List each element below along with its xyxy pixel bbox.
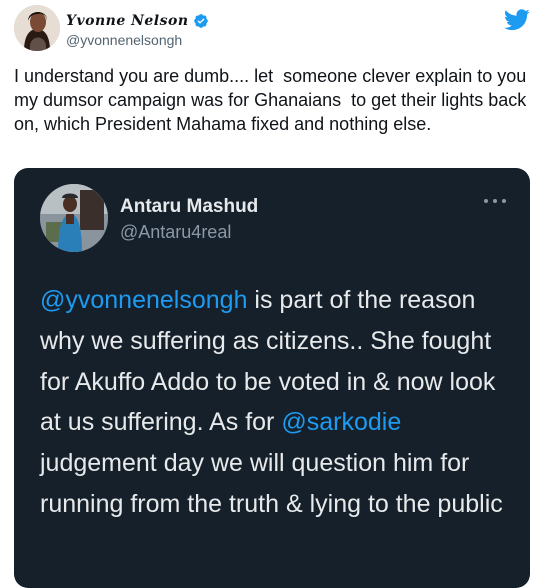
quoted-tweet-text: @yvonnenelsongh is part of the reason wh… <box>40 280 520 525</box>
tweet-card: Yvonne Nelson @yvonnenelsongh I understa… <box>0 0 546 588</box>
tweet-text: I understand you are dumb.... let someon… <box>14 66 532 134</box>
quoted-author-avatar[interactable] <box>40 184 108 252</box>
more-dot <box>484 199 488 203</box>
twitter-bird-icon[interactable] <box>504 9 530 31</box>
author-names: Yvonne Nelson @yvonnenelsongh <box>66 11 209 48</box>
verified-badge-icon <box>193 13 209 29</box>
quoted-text-segment: judgement day we will question him for r… <box>40 449 503 518</box>
mention-link[interactable]: @yvonnenelsongh <box>40 286 247 314</box>
more-options-icon[interactable] <box>484 196 506 206</box>
author-avatar[interactable] <box>14 5 60 51</box>
more-dot <box>493 199 497 203</box>
mention-link[interactable]: @sarkodie <box>281 408 401 436</box>
display-name-row: Yvonne Nelson <box>66 11 209 31</box>
tweet-header: Yvonne Nelson @yvonnenelsongh <box>14 5 534 53</box>
author-display-name[interactable]: Yvonne Nelson <box>66 13 189 29</box>
quoted-author-handle[interactable]: @Antaru4real <box>120 222 231 243</box>
quoted-tweet[interactable]: Antaru Mashud @Antaru4real @yvonnenelson… <box>14 168 530 588</box>
author-handle[interactable]: @yvonnenelsongh <box>66 32 209 48</box>
more-dot <box>502 199 506 203</box>
quoted-author-display-name[interactable]: Antaru Mashud <box>120 196 258 218</box>
